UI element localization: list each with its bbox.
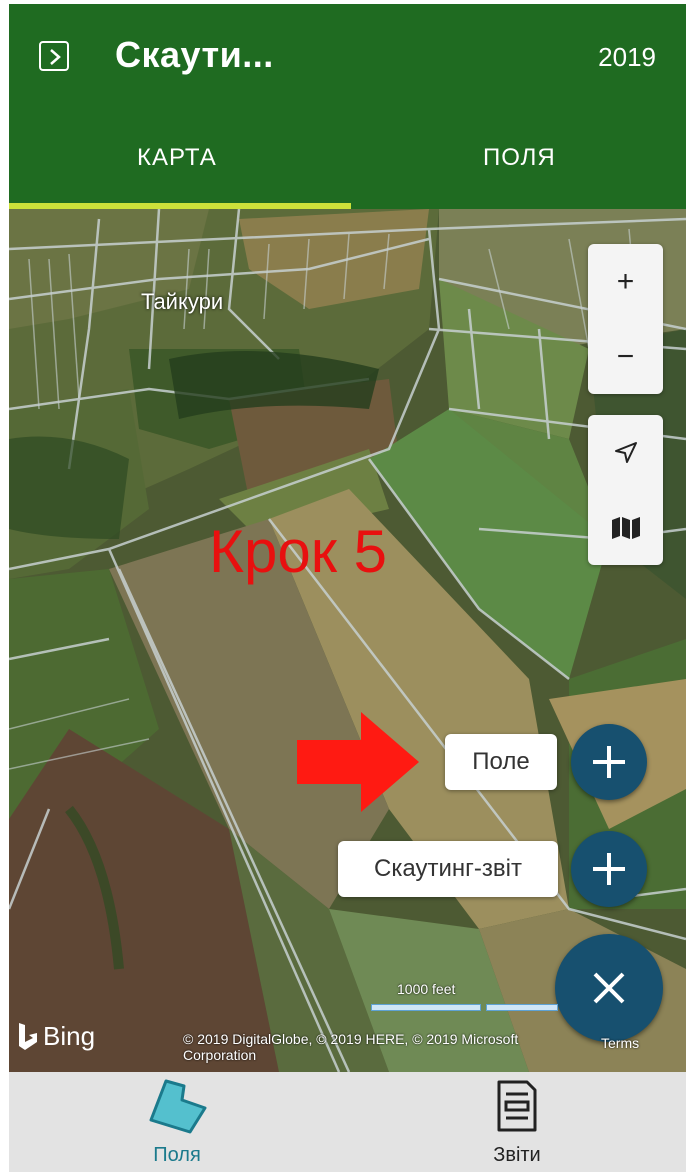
season-year[interactable]: 2019	[598, 42, 656, 73]
bing-logo: Bing	[17, 1021, 95, 1052]
add-field-label[interactable]: Поле	[445, 734, 557, 790]
scale-bar-secondary	[486, 1004, 558, 1011]
menu-button[interactable]	[39, 41, 69, 71]
red-arrow-icon	[297, 712, 419, 812]
plus-icon	[593, 853, 625, 885]
place-label: Тайкури	[141, 289, 224, 314]
add-field-button[interactable]	[571, 724, 647, 800]
close-icon	[593, 972, 625, 1004]
map-attribution: © 2019 DigitalGlobe, © 2019 HERE, © 2019…	[183, 1031, 519, 1063]
zoom-out-button[interactable]: −	[588, 319, 663, 394]
page-title: Скаути...	[115, 34, 274, 75]
app-header: Скаути... 2019 КАРТА ПОЛЯ	[9, 4, 686, 209]
map-layers-icon	[611, 516, 640, 539]
bing-icon	[19, 1022, 37, 1050]
locate-button[interactable]	[588, 415, 663, 490]
zoom-in-button[interactable]: +	[588, 244, 663, 319]
map-layers-button[interactable]	[588, 490, 663, 565]
map-tools-control	[588, 415, 663, 565]
scale-bar	[371, 1004, 481, 1011]
close-fab-button[interactable]	[555, 934, 663, 1042]
nav-label-fields: Поля	[153, 1144, 201, 1166]
app-screen: Скаути... 2019 КАРТА ПОЛЯ Тайкури + − Кр…	[9, 4, 686, 1172]
plus-icon	[593, 746, 625, 778]
navigation-arrow-icon	[614, 441, 637, 463]
nav-item-reports[interactable]: Звіти	[348, 1072, 686, 1172]
terms-link[interactable]: Terms	[601, 1035, 639, 1051]
add-scouting-report-button[interactable]	[571, 831, 647, 907]
scale-label: 1000 feet	[397, 981, 456, 997]
nav-item-fields[interactable]: Поля	[9, 1072, 347, 1172]
nav-label-reports: Звіти	[493, 1144, 541, 1166]
tab-fields[interactable]: ПОЛЯ	[483, 144, 556, 172]
chevron-right-icon	[50, 49, 61, 65]
field-polygon-icon	[149, 1079, 207, 1134]
zoom-control: + −	[588, 244, 663, 394]
bottom-navigation: Поля Звіти	[9, 1072, 686, 1172]
tab-map[interactable]: КАРТА	[137, 144, 217, 172]
add-scouting-report-label[interactable]: Скаутинг-звіт	[338, 841, 558, 897]
bing-label: Bing	[43, 1021, 96, 1051]
step-annotation: Крок 5	[209, 518, 387, 585]
map-view[interactable]: Тайкури + − Крок 5 Поле Скаутинг-звіт 10…	[9, 209, 686, 1072]
report-document-icon	[497, 1080, 537, 1132]
